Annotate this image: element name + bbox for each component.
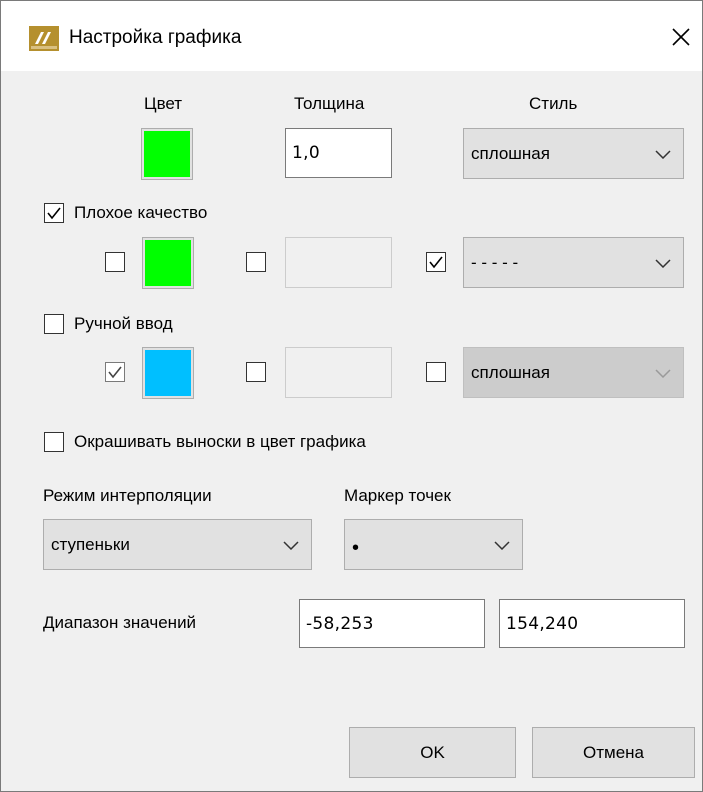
manual-input-color-checkbox[interactable] (105, 362, 125, 382)
window-title: Настройка графика (69, 27, 242, 48)
interpolation-select[interactable]: ступеньки (43, 519, 312, 570)
bad-quality-color-fill (145, 240, 191, 286)
point-marker-select[interactable]: • (344, 519, 523, 570)
chevron-down-icon (494, 540, 510, 550)
bad-quality-thickness-checkbox[interactable] (246, 252, 266, 272)
manual-input-style-checkbox[interactable] (426, 362, 446, 382)
range-min-input[interactable]: -58,253 (299, 599, 485, 648)
close-icon[interactable] (667, 23, 695, 51)
chevron-down-icon (655, 258, 671, 268)
value-range-label: Диапазон значений (43, 613, 197, 632)
checkmark-icon (429, 256, 443, 269)
manual-input-color-fill (145, 350, 191, 396)
manual-input-thickness-checkbox[interactable] (246, 362, 266, 382)
thickness-input[interactable]: 1,0 (285, 128, 392, 178)
settings-dialog: Настройка графика Цвет Толщина Стиль 1,0… (0, 0, 703, 792)
chevron-down-icon (283, 540, 299, 550)
ok-button[interactable]: OK (349, 727, 516, 778)
line-color-swatch[interactable] (141, 128, 193, 180)
color-callouts-label: Окрашивать выноски в цвет графика (74, 432, 366, 451)
manual-input-label: Ручной ввод (74, 314, 173, 333)
manual-input-thickness-input[interactable] (285, 347, 392, 398)
interpolation-label: Режим интерполяции (43, 486, 212, 505)
bad-quality-checkbox[interactable] (44, 203, 64, 223)
bad-quality-style-select[interactable]: - - - - - (463, 237, 684, 288)
bad-quality-thickness-input[interactable] (285, 237, 392, 288)
style-select[interactable]: сплошная (463, 128, 684, 179)
chevron-down-icon (655, 149, 671, 159)
bad-quality-color-swatch[interactable] (142, 237, 194, 289)
line-color-fill (144, 131, 190, 177)
bad-quality-style-value: - - - - - (471, 252, 519, 272)
cancel-button[interactable]: Отмена (532, 727, 695, 778)
bad-quality-color-checkbox[interactable] (105, 252, 125, 272)
style-label: Стиль (529, 94, 578, 113)
range-max-input[interactable]: 154,240 (499, 599, 685, 648)
point-marker-label: Маркер точек (344, 486, 451, 505)
color-callouts-checkbox[interactable] (44, 432, 64, 452)
manual-input-style-value: сплошная (471, 362, 550, 382)
chevron-down-icon (655, 368, 671, 378)
thickness-label: Толщина (294, 94, 365, 113)
trends-app-icon (29, 26, 59, 51)
bad-quality-label: Плохое качество (74, 203, 208, 222)
checkmark-icon (47, 207, 61, 220)
manual-input-color-swatch[interactable] (142, 347, 194, 399)
interpolation-value: ступеньки (51, 534, 130, 554)
bad-quality-style-checkbox[interactable] (426, 252, 446, 272)
style-select-value: сплошная (471, 143, 550, 163)
checkmark-icon (108, 366, 122, 379)
manual-input-style-select[interactable]: сплошная (463, 347, 684, 398)
point-marker-value: • (352, 536, 360, 559)
manual-input-checkbox[interactable] (44, 314, 64, 334)
title-bar: Настройка графика (1, 1, 702, 71)
color-label: Цвет (144, 94, 183, 113)
